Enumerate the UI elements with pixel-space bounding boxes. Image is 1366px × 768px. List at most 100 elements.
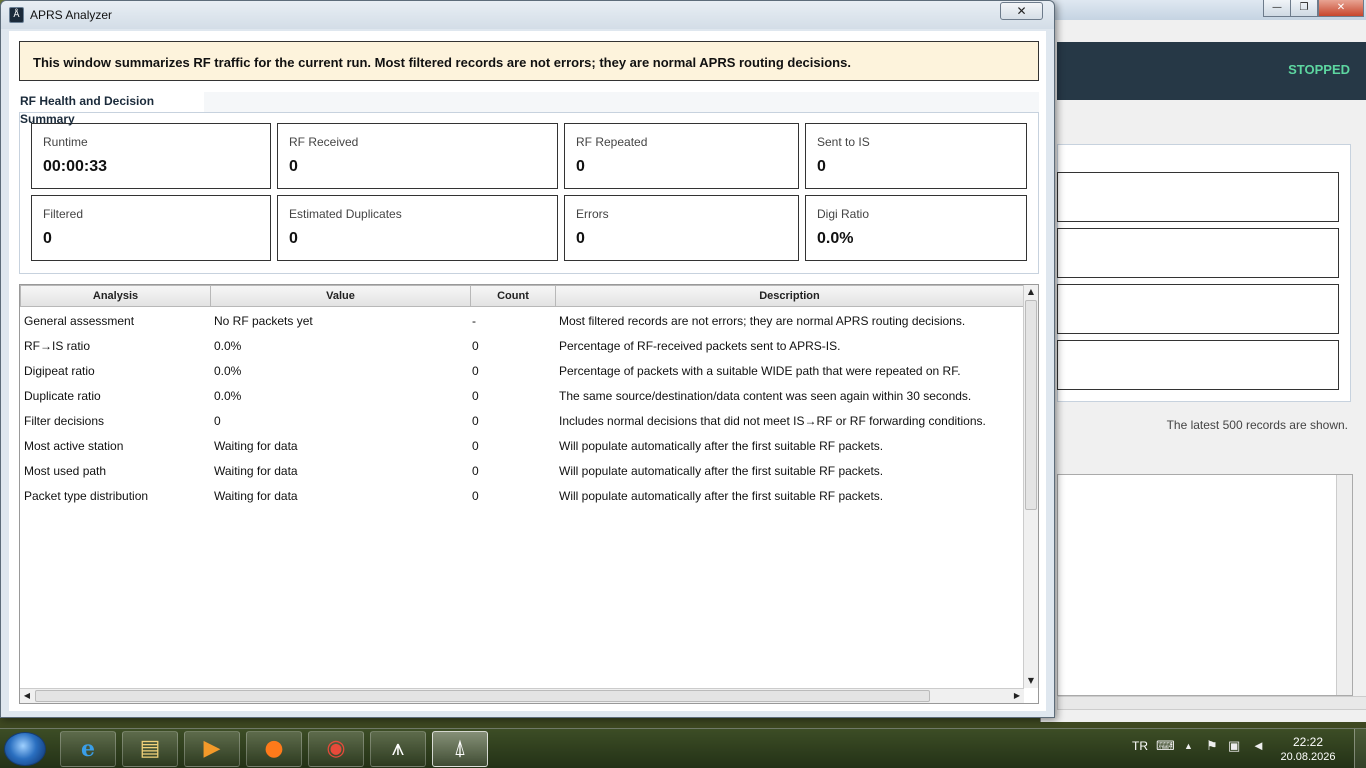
stat-sent-to-is: Sent to IS 0 [805, 123, 1027, 189]
cell-description: Will populate automatically after the fi… [559, 489, 884, 503]
status-badge: STOPPED [1288, 62, 1350, 77]
aprs-analyzer-icon[interactable]: ⍋ [432, 731, 488, 767]
cell-description: Will populate automatically after the fi… [559, 464, 884, 478]
cell-description: Includes normal decisions that did not m… [559, 414, 986, 428]
minimize-button[interactable]: — [1263, 0, 1291, 17]
stat-value: 0 [289, 158, 298, 175]
cell-analysis: Most active station [24, 439, 124, 453]
scroll-down-arrow-icon[interactable]: ▼ [1024, 674, 1038, 688]
table-row[interactable]: Duplicate ratio 0.0% 0 The same source/d… [20, 385, 1024, 410]
stat-value: 0 [43, 230, 52, 247]
column-header-value[interactable]: Value [210, 285, 471, 307]
close-button[interactable]: ✕ [1000, 2, 1043, 20]
keyboard-icon[interactable]: ⌨ [1156, 738, 1175, 754]
table-row[interactable]: Most active station Waiting for data 0 W… [20, 435, 1024, 460]
internet-explorer-icon[interactable]: e [60, 731, 116, 767]
cell-value: Waiting for data [214, 489, 298, 503]
maximize-button[interactable]: ❐ [1290, 0, 1318, 17]
summary-panel: Runtime 00:00:33 RF Received 0 RF Repeat… [19, 112, 1039, 274]
column-header-analysis[interactable]: Analysis [20, 285, 211, 307]
cell-count: - [472, 314, 476, 328]
cell-description: Percentage of RF-received packets sent t… [559, 339, 841, 353]
cell-description: Will populate automatically after the fi… [559, 439, 884, 453]
table-row[interactable]: RF→IS ratio 0.0% 0 Percentage of RF-rece… [20, 335, 1024, 360]
table-vertical-scrollbar[interactable]: ▲ ▼ [1023, 285, 1038, 688]
stat-label: Errors [576, 207, 609, 221]
main-close-button[interactable]: ✕ [1318, 0, 1364, 17]
language-indicator[interactable]: TR [1132, 739, 1148, 753]
scroll-left-arrow-icon[interactable]: ◀ [20, 689, 34, 703]
stat-label: Digi Ratio [817, 207, 870, 221]
cell-value: 0.0% [214, 389, 242, 403]
show-desktop-button[interactable] [1354, 729, 1366, 768]
stat-value: 0 [817, 158, 826, 175]
stat-value: 00:00:33 [43, 158, 108, 175]
cell-value: 0 [214, 414, 221, 428]
cell-value: 0.0% [214, 339, 242, 353]
window-title: APRS Analyzer [30, 8, 113, 22]
table-row[interactable]: Filter decisions 0 0 Includes normal dec… [20, 410, 1024, 435]
cell-description: The same source/destination/data content… [559, 389, 972, 403]
stat-value: 0.0% [817, 230, 854, 247]
main-stat-box [1057, 284, 1339, 334]
file-explorer-icon[interactable]: ▤ [122, 731, 178, 767]
column-header-description[interactable]: Description [555, 285, 1024, 307]
table-row[interactable]: Packet type distribution Waiting for dat… [20, 485, 1024, 510]
stat-value: 0 [576, 158, 585, 175]
firefox-icon[interactable]: ● [246, 731, 302, 767]
cell-value: Waiting for data [214, 439, 298, 453]
scroll-right-arrow-icon[interactable]: ▶ [1010, 689, 1024, 703]
cell-count: 0 [472, 439, 479, 453]
stat-label: RF Repeated [576, 135, 648, 149]
table-row[interactable]: Most used path Waiting for data 0 Will p… [20, 460, 1024, 485]
analyzer-titlebar[interactable]: Å APRS Analyzer ✕ [1, 1, 1054, 29]
column-header-count[interactable]: Count [470, 285, 556, 307]
cell-description: Most filtered records are not errors; th… [559, 314, 966, 328]
system-tray: TR ⌨ ▲ ⚑ ▣ ◄ 22:22 20.08.2026 [1116, 729, 1366, 768]
app-antenna-icon: Å [9, 7, 24, 23]
stat-value: 0 [289, 230, 298, 247]
log-horizontal-scrollbar[interactable] [1057, 696, 1366, 710]
cell-description: Percentage of packets with a suitable WI… [559, 364, 961, 378]
table-row[interactable]: Digipeat ratio 0.0% 0 Percentage of pack… [20, 360, 1024, 385]
main-app-titlebar: — ❐ ✕ [1041, 0, 1366, 20]
analysis-table[interactable]: Analysis Value Count Description General… [19, 284, 1039, 704]
cell-analysis: Duplicate ratio [24, 389, 101, 403]
start-button[interactable] [4, 732, 46, 766]
horizontal-scroll-thumb[interactable] [35, 690, 930, 702]
stat-runtime: Runtime 00:00:33 [31, 123, 271, 189]
action-center-flag-icon[interactable]: ⚑ [1206, 738, 1218, 754]
clock-date[interactable]: 20.08.2026 [1274, 751, 1342, 763]
chrome-icon[interactable]: ◉ [308, 731, 364, 767]
main-stat-box [1057, 340, 1339, 390]
main-stat-box [1057, 228, 1339, 278]
aprs-tower-icon[interactable]: ⩚ [370, 731, 426, 767]
records-note: The latest 500 records are shown. [1166, 418, 1348, 432]
cell-analysis: Filter decisions [24, 414, 105, 428]
stat-estimated-duplicates: Estimated Duplicates 0 [277, 195, 558, 261]
clock-time[interactable]: 22:22 [1278, 735, 1338, 749]
network-icon[interactable]: ▣ [1228, 738, 1240, 754]
stat-filtered: Filtered 0 [31, 195, 271, 261]
main-app-window: — ❐ ✕ STOPPED The latest 500 records are… [1040, 0, 1366, 722]
table-row[interactable]: General assessment No RF packets yet - M… [20, 310, 1024, 335]
cell-value: No RF packets yet [214, 314, 313, 328]
volume-icon[interactable]: ◄ [1252, 738, 1265, 753]
main-stat-box [1057, 172, 1339, 222]
stat-rf-repeated: RF Repeated 0 [564, 123, 799, 189]
cell-analysis: General assessment [24, 314, 135, 328]
log-area[interactable] [1057, 474, 1353, 696]
cell-analysis: Packet type distribution [24, 489, 149, 503]
show-hidden-icons-icon[interactable]: ▲ [1184, 741, 1193, 751]
scroll-up-arrow-icon[interactable]: ▲ [1024, 285, 1038, 299]
cell-value: 0.0% [214, 364, 242, 378]
media-player-icon[interactable]: ▶ [184, 731, 240, 767]
log-vertical-scrollbar[interactable] [1336, 475, 1352, 695]
stat-label: Runtime [43, 135, 88, 149]
vertical-scroll-thumb[interactable] [1025, 300, 1037, 510]
cell-analysis: Most used path [24, 464, 107, 478]
section-title-strip [202, 92, 1039, 112]
stat-label: Sent to IS [817, 135, 870, 149]
analyzer-window: Å APRS Analyzer ✕ This window summarizes… [0, 0, 1055, 718]
table-horizontal-scrollbar[interactable]: ◀ ▶ [20, 688, 1024, 703]
